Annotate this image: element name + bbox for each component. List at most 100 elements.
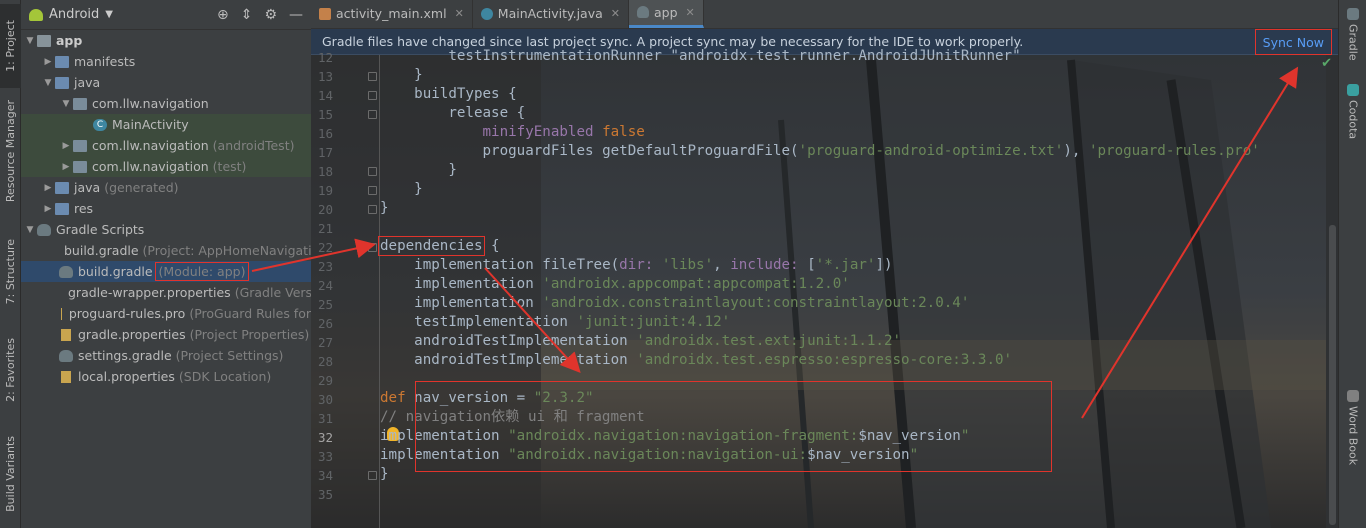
- tree-item-label: settings.gradle: [78, 348, 172, 363]
- tree-item-app[interactable]: ▼ app: [21, 30, 311, 51]
- fold-marker-icon[interactable]: [368, 471, 377, 480]
- close-icon[interactable]: ✕: [455, 7, 464, 20]
- tree-item-label: local.properties: [78, 369, 175, 384]
- expand-arrow-icon[interactable]: ▼: [23, 225, 37, 235]
- tool-tab-gradle-label: Gradle: [1346, 24, 1360, 61]
- tree-item-label: java: [74, 180, 101, 195]
- folder-icon: [55, 76, 69, 89]
- tab-app[interactable]: app ✕: [628, 0, 704, 28]
- tree-item-hint: (ProGuard Rules for: [189, 306, 311, 321]
- tab-activity-main[interactable]: activity_main.xml ✕: [311, 0, 473, 28]
- project-tree: ▼ app ▶ manifests ▼ java ▼ com.llw.navig…: [21, 30, 311, 387]
- tree-item-gradle-wrapper[interactable]: gradle-wrapper.properties (Gradle Vers: [21, 282, 311, 303]
- fold-marker-icon[interactable]: [368, 110, 377, 119]
- line-number: 23: [317, 259, 333, 274]
- close-icon[interactable]: ✕: [611, 7, 620, 20]
- tool-tab-build-variants[interactable]: Build Variants: [0, 434, 21, 514]
- line-number: 13: [317, 69, 333, 84]
- tool-tab-favorites[interactable]: 2: Favorites: [0, 336, 21, 404]
- code-line-22: dependencies {: [378, 236, 500, 256]
- tool-tab-structure[interactable]: 7: Structure: [0, 236, 21, 308]
- code-line-19: }: [380, 181, 423, 197]
- tree-item-gradle-properties[interactable]: gradle.properties (Project Properties): [21, 324, 311, 345]
- tree-item-hint: (Project Properties): [189, 327, 310, 342]
- fold-marker-icon[interactable]: [368, 205, 377, 214]
- tab-mainactivity[interactable]: MainActivity.java ✕: [473, 0, 629, 28]
- expand-arrow-icon[interactable]: ▼: [59, 99, 73, 109]
- tree-item-label: build.gradle: [78, 264, 153, 279]
- expand-arrow-icon[interactable]: ▼: [23, 36, 37, 46]
- sync-now-link[interactable]: Sync Now: [1254, 29, 1333, 55]
- navigation-dependency-highlight: [415, 381, 1052, 472]
- expand-arrow-icon[interactable]: ▶: [41, 204, 55, 214]
- tree-item-label: proguard-rules.pro: [68, 306, 186, 321]
- tree-item-proguard[interactable]: proguard-rules.pro (ProGuard Rules for: [21, 303, 311, 324]
- tool-tab-build-variants-label: Build Variants: [4, 436, 17, 512]
- code-line-26: testImplementation 'junit:junit:4.12': [380, 314, 731, 330]
- tree-item-settings-gradle[interactable]: settings.gradle (Project Settings): [21, 345, 311, 366]
- fold-marker-icon[interactable]: [368, 186, 377, 195]
- tree-item-package[interactable]: ▼ com.llw.navigation: [21, 93, 311, 114]
- class-icon: C: [93, 118, 107, 131]
- collapse-all-icon[interactable]: ⇕: [241, 7, 253, 23]
- tool-tab-gradle[interactable]: Gradle: [1339, 8, 1366, 61]
- tree-item-label: res: [74, 201, 94, 216]
- gradle-icon: [636, 6, 649, 18]
- tree-item-mainactivity[interactable]: C MainActivity: [21, 114, 311, 135]
- project-view-selector[interactable]: Android: [49, 7, 99, 22]
- close-icon[interactable]: ✕: [686, 6, 695, 19]
- line-number: 34: [317, 468, 333, 483]
- package-icon: [73, 139, 87, 152]
- properties-file-icon: [61, 307, 62, 320]
- code-line-27: androidTestImplementation 'androidx.test…: [380, 333, 902, 349]
- tree-item-label: build.gradle: [64, 243, 139, 258]
- tool-tab-project[interactable]: 1: Project: [0, 4, 21, 88]
- line-number-current: 32: [317, 430, 333, 445]
- expand-arrow-icon[interactable]: ▼: [41, 78, 55, 88]
- project-panel: Android ▼ ⊕ ⇕ ⚙ — ▼ app ▶ manifests ▼ ja…: [21, 0, 311, 528]
- tool-tab-word-book[interactable]: Word Book: [1339, 390, 1366, 465]
- fold-marker-icon[interactable]: [368, 72, 377, 81]
- tree-item-build-gradle-module[interactable]: build.gradle (Module: app): [21, 261, 311, 282]
- tree-item-manifests[interactable]: ▶ manifests: [21, 51, 311, 72]
- minimize-icon[interactable]: —: [289, 7, 303, 23]
- tool-tab-word-book-label: Word Book: [1346, 406, 1360, 466]
- fold-marker-icon[interactable]: [368, 243, 377, 252]
- tree-item-res[interactable]: ▶ res: [21, 198, 311, 219]
- tree-item-java-generated[interactable]: ▶ java (generated): [21, 177, 311, 198]
- vertical-scrollbar[interactable]: [1329, 225, 1336, 525]
- tree-item-gradle-scripts[interactable]: ▼ Gradle Scripts: [21, 219, 311, 240]
- tree-item-label: gradle-wrapper.properties: [68, 285, 231, 300]
- tree-item-package-androidtest[interactable]: ▶ com.llw.navigation (androidTest): [21, 135, 311, 156]
- tree-item-package-test[interactable]: ▶ com.llw.navigation (test): [21, 156, 311, 177]
- tree-item-label: com.llw.navigation: [92, 138, 209, 153]
- expand-arrow-icon[interactable]: ▶: [59, 162, 73, 172]
- tree-item-build-gradle-project[interactable]: build.gradle (Project: AppHomeNavigati: [21, 240, 311, 261]
- fold-marker-icon[interactable]: [368, 167, 377, 176]
- tool-tab-codota[interactable]: Codota: [1339, 84, 1366, 139]
- locate-icon[interactable]: ⊕: [217, 7, 229, 23]
- book-icon: [1347, 390, 1359, 402]
- fold-marker-icon[interactable]: [368, 91, 377, 100]
- code-line-13: }: [380, 67, 423, 83]
- line-number: 24: [317, 278, 333, 293]
- gradle-icon: [1347, 8, 1359, 20]
- expand-arrow-icon[interactable]: ▶: [41, 57, 55, 67]
- line-number: 18: [317, 164, 333, 179]
- chevron-down-icon[interactable]: ▼: [105, 9, 113, 20]
- tab-label: MainActivity.java: [497, 6, 603, 21]
- editor: activity_main.xml ✕ MainActivity.java ✕ …: [311, 0, 1338, 528]
- code-line-18: }: [380, 162, 457, 178]
- code-line-34: }: [380, 466, 389, 482]
- tool-tab-resource-manager[interactable]: Resource Manager: [0, 96, 21, 206]
- expand-arrow-icon[interactable]: ▶: [59, 141, 73, 151]
- gear-icon[interactable]: ⚙: [264, 7, 277, 23]
- right-tool-strip: Gradle Codota Word Book: [1338, 0, 1366, 528]
- module-folder-icon: [37, 34, 51, 47]
- expand-arrow-icon[interactable]: ▶: [41, 183, 55, 193]
- tree-item-hint: (Gradle Vers: [234, 285, 311, 300]
- tree-item-label: gradle.properties: [78, 327, 186, 342]
- tree-item-hint: (androidTest): [212, 138, 295, 153]
- tree-item-java[interactable]: ▼ java: [21, 72, 311, 93]
- tree-item-local-properties[interactable]: local.properties (SDK Location): [21, 366, 311, 387]
